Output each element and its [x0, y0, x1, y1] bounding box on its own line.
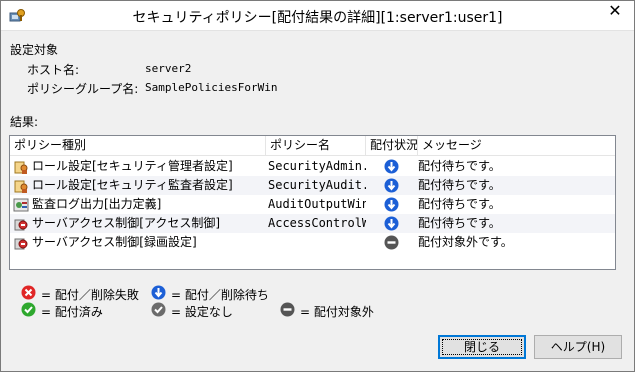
waiting-status-icon	[384, 216, 399, 231]
dialog-window: セキュリティポリシー[配付結果の詳細][1:server1:user1] ✕ 設…	[0, 0, 635, 372]
policy-type-cell: サーバアクセス制御[アクセス制御]	[32, 216, 221, 230]
target-section-label: 設定対象	[10, 43, 59, 57]
table-row[interactable]: 監査ログ出力[出力定義] AuditOutputWin 配付待ちです。	[10, 195, 615, 214]
access-control-icon	[14, 219, 28, 231]
message-cell: 配付対象外です。	[418, 235, 513, 249]
policy-name-cell: SecurityAudit...	[268, 178, 366, 192]
results-label: 結果:	[10, 115, 39, 129]
window-close-button[interactable]: ✕	[598, 1, 632, 23]
table-row[interactable]: ロール設定[セキュリティ監査者設定] SecurityAudit... 配付待ち…	[10, 176, 615, 195]
excluded-status-icon	[384, 235, 399, 250]
help-button[interactable]: ヘルプ(H)	[534, 335, 622, 359]
waiting-status-icon	[151, 285, 166, 300]
help-button-label: ヘルプ(H)	[550, 340, 606, 354]
policy-name-cell: SecurityAdmin...	[268, 159, 366, 173]
role-icon	[14, 180, 28, 193]
legend-failed-label: = 配付／削除失敗	[41, 288, 139, 302]
window-title: セキュリティポリシー[配付結果の詳細][1:server1:user1]	[132, 10, 503, 26]
message-cell: 配付待ちです。	[418, 197, 501, 211]
done-status-icon	[21, 302, 36, 317]
policy-name-cell	[268, 233, 366, 252]
column-header-policy-name[interactable]: ポリシー名	[266, 136, 366, 156]
title-bar: セキュリティポリシー[配付結果の詳細][1:server1:user1] ✕	[1, 1, 634, 31]
waiting-status-icon	[384, 159, 399, 174]
policy-name-cell: AuditOutputWin	[268, 197, 366, 211]
access-control-icon	[14, 238, 28, 250]
policy-type-cell: 監査ログ出力[出力定義]	[32, 197, 162, 211]
message-cell: 配付待ちです。	[418, 159, 501, 173]
message-cell: 配付待ちです。	[418, 216, 501, 230]
failed-status-icon	[21, 285, 36, 300]
host-name-label: ホスト名:	[27, 63, 80, 77]
policy-name-cell: AccessControlWin	[268, 216, 366, 230]
policy-type-cell: サーバアクセス制御[録画設定]	[32, 235, 197, 249]
waiting-status-icon	[384, 178, 399, 193]
table-row[interactable]: サーバアクセス制御[録画設定] 配付対象外です。	[10, 233, 615, 252]
waiting-status-icon	[384, 197, 399, 212]
table-row[interactable]: ロール設定[セキュリティ管理者設定] SecurityAdmin... 配付待ち…	[10, 157, 615, 176]
focus-rect	[442, 339, 522, 355]
results-list-header: ポリシー種別 ポリシー名 配付状況 メッセージ	[10, 136, 615, 156]
policy-type-cell: ロール設定[セキュリティ監査者設定]	[32, 178, 233, 192]
legend-none-label: = 設定なし	[171, 305, 233, 319]
close-button[interactable]: 閉じる	[438, 335, 526, 359]
column-header-message[interactable]: メッセージ	[418, 136, 615, 156]
policy-group-value: SamplePoliciesForWin	[145, 81, 278, 94]
column-header-policy-type[interactable]: ポリシー種別	[10, 136, 266, 156]
table-row[interactable]: サーバアクセス制御[アクセス制御] AccessControlWin 配付待ちで…	[10, 214, 615, 233]
none-status-icon	[151, 302, 166, 317]
audit-icon	[13, 198, 29, 212]
legend-excluded-label: = 配付対象外	[300, 305, 374, 319]
role-icon	[14, 161, 28, 174]
excluded-status-icon	[280, 302, 295, 317]
policy-type-cell: ロール設定[セキュリティ管理者設定]	[32, 159, 233, 173]
host-name-value: server2	[145, 62, 192, 75]
legend-done-label: = 配付済み	[41, 305, 103, 319]
policy-group-label: ポリシーグループ名:	[27, 82, 139, 96]
results-list[interactable]: ポリシー種別 ポリシー名 配付状況 メッセージ ロール設定[セキュリティ管理者設…	[9, 135, 616, 270]
message-cell: 配付待ちです。	[418, 178, 501, 192]
legend-waiting-label: = 配付／削除待ち	[171, 288, 269, 302]
column-header-status[interactable]: 配付状況	[366, 136, 418, 156]
